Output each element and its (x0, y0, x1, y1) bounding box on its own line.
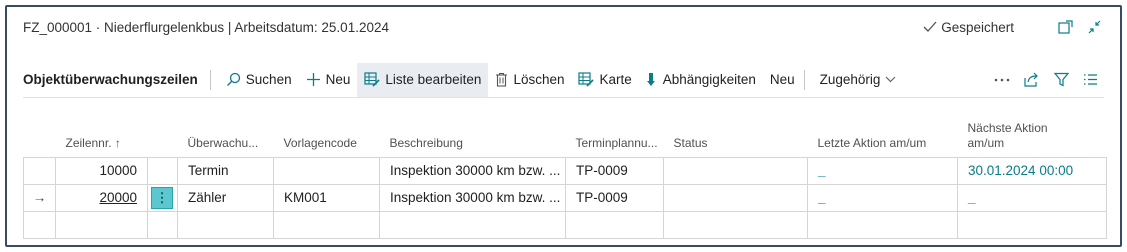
title-actions: Gespeichert (923, 7, 1102, 47)
section-title: Objektüberwachungszeilen (23, 72, 198, 87)
new-label: Neu (325, 72, 351, 87)
new-secondary-label: Neu (769, 72, 795, 87)
search-label: Suchen (245, 72, 292, 87)
card-button[interactable]: Karte (571, 63, 638, 97)
header-next-action-line1: Nächste Aktion (967, 120, 1048, 135)
empty-cell[interactable] (177, 210, 274, 239)
row-indicator-header (24, 111, 56, 157)
header-line-no[interactable]: Zeilennr. ↑ (56, 111, 148, 157)
template-cell[interactable]: KM001 (273, 183, 380, 212)
empty-cell[interactable] (273, 210, 380, 239)
edit-list-icon (364, 72, 380, 87)
filter-icon[interactable] (1054, 72, 1069, 87)
card-label: Karte (599, 72, 632, 87)
open-new-window-icon[interactable] (1058, 20, 1073, 34)
next-action-cell[interactable]: 30.01.2024 00:00 (957, 156, 1107, 185)
line-no-cell[interactable]: 10000 (55, 156, 148, 185)
share-icon[interactable] (1024, 72, 1040, 87)
more-options-icon[interactable] (994, 78, 1010, 82)
monitoring-cell[interactable]: Zähler (177, 183, 274, 212)
action-bar: Objektüberwachungszeilen Suchen Neu List… (23, 62, 1104, 98)
table-header-row: Zeilennr. ↑ Überwachu... Vorlagencode Be… (24, 111, 1107, 157)
header-template[interactable]: Vorlagencode (274, 111, 380, 157)
search-button[interactable]: Suchen (219, 63, 299, 97)
related-menu[interactable]: Zugehörig (813, 63, 904, 97)
collapse-icon[interactable] (1087, 20, 1102, 34)
dependencies-label: Abhängigkeiten (662, 72, 756, 87)
header-monitoring[interactable]: Überwachu... (178, 111, 274, 157)
empty-cell[interactable] (957, 210, 1107, 239)
menu-header (148, 111, 178, 157)
toolbar-divider (803, 69, 805, 90)
table-row[interactable]: → 20000 ⋮ Zähler KM001 Inspektion 30000 … (23, 183, 1107, 212)
template-cell[interactable] (273, 156, 380, 185)
empty-cell (147, 210, 178, 239)
line-no-cell[interactable]: 20000 (55, 183, 148, 212)
new-button[interactable]: Neu (299, 63, 358, 97)
checkmark-icon (923, 21, 937, 33)
saved-label: Gespeichert (941, 19, 1014, 35)
monitoring-cell[interactable]: Termin (177, 156, 274, 185)
delete-button[interactable]: Löschen (488, 63, 571, 97)
delete-label: Löschen (513, 72, 565, 87)
lines-table: Zeilennr. ↑ Überwachu... Vorlagencode Be… (23, 111, 1107, 239)
empty-cell[interactable] (807, 210, 958, 239)
search-icon (226, 72, 241, 87)
saved-status: Gespeichert (923, 20, 1014, 35)
new-secondary-button[interactable]: Neu (763, 63, 802, 97)
header-description[interactable]: Beschreibung (380, 111, 566, 157)
header-next-action[interactable]: Nächste Aktion am/um (958, 111, 1107, 157)
status-cell[interactable] (663, 156, 808, 185)
list-view-icon[interactable] (1083, 73, 1098, 86)
menu-cell: ⋮ (147, 183, 178, 212)
description-cell[interactable]: Inspektion 30000 km bzw. ... (379, 156, 566, 185)
card-icon (578, 72, 595, 87)
status-cell[interactable] (663, 183, 808, 212)
trash-icon (495, 72, 508, 87)
row-indicator (23, 156, 56, 185)
row-indicator (23, 210, 56, 239)
dependencies-button[interactable]: Abhängigkeiten (639, 63, 763, 97)
edit-list-button[interactable]: Liste bearbeiten (357, 62, 489, 97)
scheduling-cell[interactable]: TP-0009 (565, 156, 664, 185)
edit-list-label: Liste bearbeiten (385, 72, 482, 87)
header-status[interactable]: Status (664, 111, 808, 157)
row-menu-button[interactable]: ⋮ (151, 187, 173, 209)
header-last-action[interactable]: Letzte Aktion am/um (808, 111, 958, 157)
menu-cell (147, 156, 178, 185)
arrow-down-icon (646, 72, 658, 87)
current-row-arrow-icon: → (23, 183, 56, 212)
last-action-cell[interactable]: _ (807, 156, 958, 185)
empty-cell[interactable] (55, 210, 148, 239)
scheduling-cell[interactable]: TP-0009 (565, 183, 664, 212)
empty-table-row[interactable] (23, 210, 1107, 239)
next-action-cell[interactable]: _ (957, 183, 1107, 212)
toolbar-utilities (994, 72, 1104, 87)
empty-cell[interactable] (565, 210, 664, 239)
toolbar-divider (209, 69, 211, 90)
plus-icon (306, 72, 321, 87)
empty-cell[interactable] (379, 210, 566, 239)
page-title: FZ_000001 · Niederflurgelenkbus | Arbeit… (23, 19, 389, 35)
header-next-action-line2: am/um (967, 135, 1005, 150)
description-cell[interactable]: Inspektion 30000 km bzw. ... (379, 183, 566, 212)
header-scheduling[interactable]: Terminplannu... (566, 111, 664, 157)
table-row[interactable]: 10000 Termin Inspektion 30000 km bzw. ..… (23, 156, 1107, 185)
page-frame: FZ_000001 · Niederflurgelenkbus | Arbeit… (5, 5, 1122, 247)
empty-cell[interactable] (663, 210, 808, 239)
chevron-down-icon (885, 76, 896, 83)
related-label: Zugehörig (819, 72, 881, 87)
last-action-cell[interactable]: _ (807, 183, 958, 212)
